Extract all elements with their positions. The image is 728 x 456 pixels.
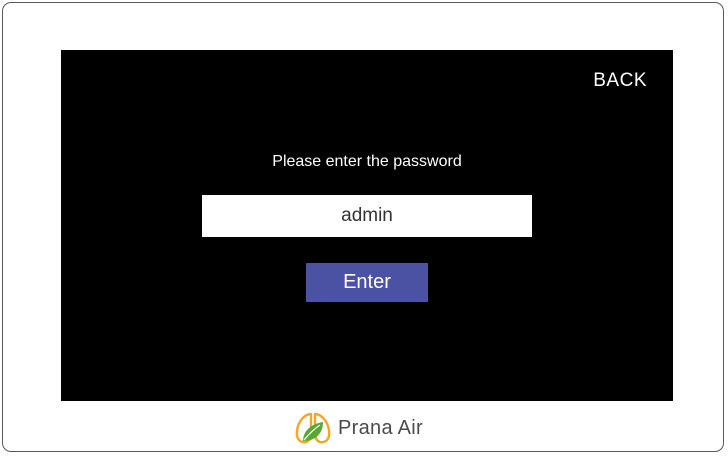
enter-button[interactable]: Enter bbox=[306, 263, 428, 302]
password-input[interactable] bbox=[202, 195, 532, 237]
brand-name: Prana Air bbox=[338, 416, 423, 439]
display-screen: BACK Please enter the password Enter bbox=[61, 50, 673, 401]
password-prompt: Please enter the password bbox=[272, 153, 462, 170]
back-button[interactable]: BACK bbox=[593, 70, 647, 92]
lungs-leaf-icon bbox=[295, 411, 331, 445]
device-frame: BACK Please enter the password Enter Pra… bbox=[2, 2, 724, 452]
brand-footer: Prana Air bbox=[295, 409, 423, 447]
